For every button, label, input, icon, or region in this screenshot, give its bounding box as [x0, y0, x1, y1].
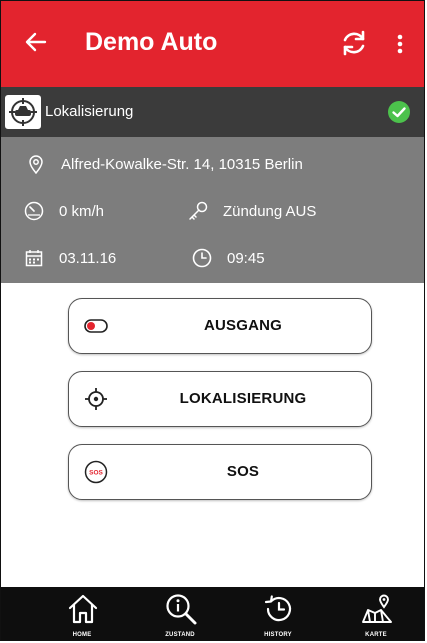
arrow-left-icon[interactable]: [19, 25, 53, 59]
nav-history-label: HISTORY: [264, 632, 292, 638]
page-title: Demo Auto: [85, 28, 218, 56]
status-label: Lokalisierung: [45, 103, 134, 120]
address-row: Alfred-Kowalke-Str. 14, 10315 Berlin: [25, 153, 303, 175]
ausgang-button[interactable]: AUSGANG: [68, 298, 372, 354]
sos-label: SOS: [226, 463, 260, 480]
bottom-navigation: HOME ZUSTAND HISTORY KARTE: [1, 587, 424, 640]
home-icon: [65, 591, 101, 627]
status-bar: Lokalisierung: [1, 87, 424, 137]
time-value: 09:45: [227, 249, 265, 267]
ausgang-label: AUSGANG: [203, 317, 283, 334]
search-info-icon: [163, 591, 199, 627]
location-pin-icon: [25, 153, 47, 175]
speedometer-icon: [23, 200, 45, 222]
nav-home[interactable]: HOME: [47, 587, 117, 640]
vehicle-info-panel: Alfred-Kowalke-Str. 14, 10315 Berlin 0 k…: [1, 137, 424, 283]
history-icon: [261, 591, 297, 627]
toggle-off-icon: [83, 313, 109, 339]
car-target-icon: [5, 95, 41, 129]
sos-icon: SOS: [83, 459, 109, 485]
map-icon: [359, 591, 395, 627]
ignition-row: Zündung AUS: [187, 200, 316, 222]
svg-text:SOS: SOS: [89, 470, 103, 477]
speed-value: 0 km/h: [59, 202, 105, 220]
app-screen: Demo Auto Lokalisierung Alfred-Kowalke-S…: [0, 0, 425, 641]
lokalisierung-label: LOKALISIERUNG: [179, 390, 307, 407]
locate-icon: [83, 386, 109, 412]
clock-icon: [191, 247, 213, 269]
app-bar: Demo Auto: [1, 1, 424, 87]
address-text: Alfred-Kowalke-Str. 14, 10315 Berlin: [61, 155, 303, 173]
sos-button[interactable]: SOS SOS: [68, 444, 372, 500]
date-row: 03.11.16: [23, 247, 116, 269]
nav-karte-label: KARTE: [365, 632, 387, 638]
key-icon: [187, 200, 209, 222]
speed-row: 0 km/h: [23, 200, 104, 222]
nav-home-label: HOME: [72, 632, 92, 638]
check-circle-icon: [387, 100, 411, 124]
nav-zustand-label: ZUSTAND: [165, 632, 195, 638]
calendar-icon: [23, 247, 45, 269]
ignition-status: Zündung AUS: [223, 202, 317, 220]
date-value: 03.11.16: [59, 249, 117, 267]
more-vertical-icon[interactable]: [390, 27, 410, 61]
nav-zustand[interactable]: ZUSTAND: [145, 587, 215, 640]
sync-icon[interactable]: [334, 23, 374, 63]
time-row: 09:45: [191, 247, 265, 269]
nav-history[interactable]: HISTORY: [243, 587, 313, 640]
lokalisierung-button[interactable]: LOKALISIERUNG: [68, 371, 372, 427]
nav-karte[interactable]: KARTE: [341, 587, 411, 640]
